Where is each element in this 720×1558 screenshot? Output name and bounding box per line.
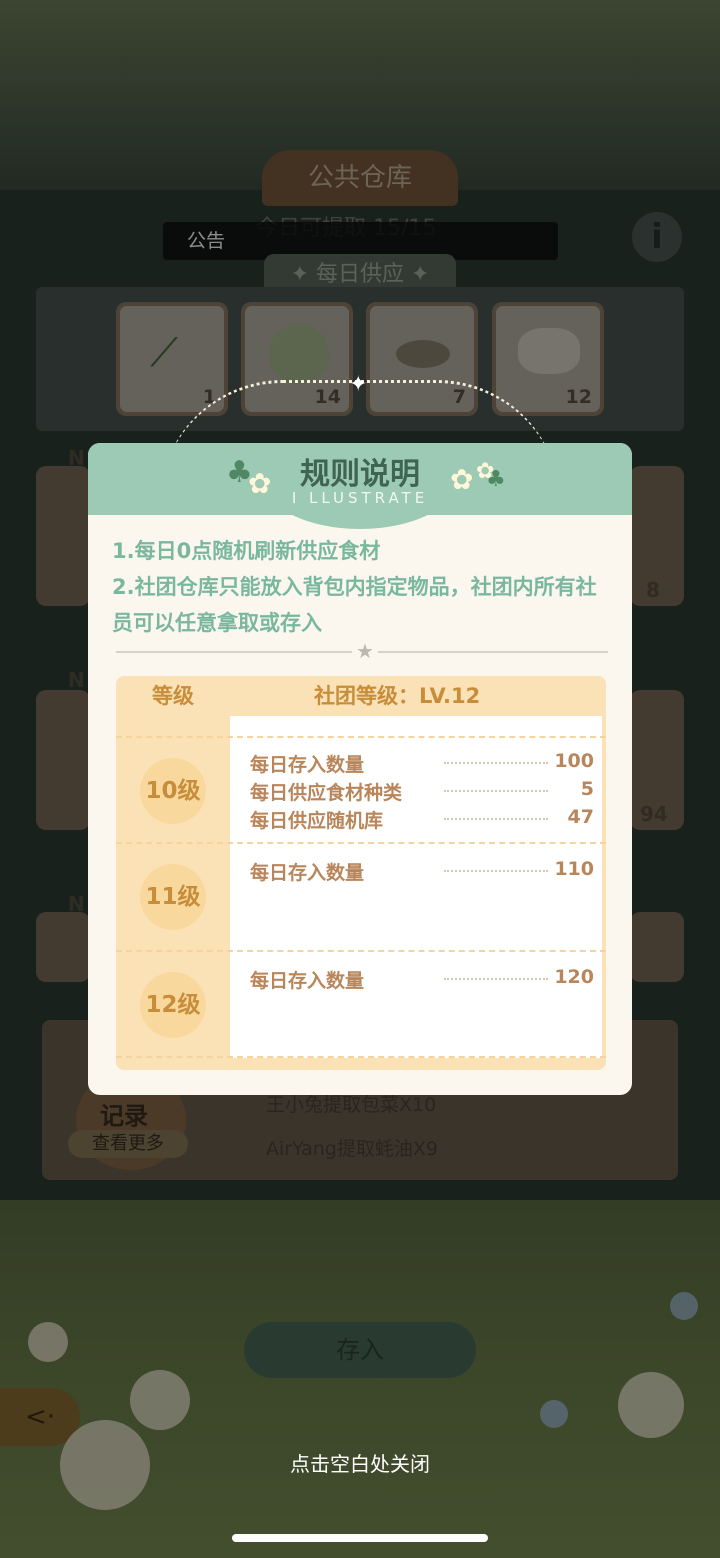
rule-2: 2.社团仓库只能放入背包内指定物品，社团内所有社员可以任意拿取或存入 xyxy=(112,575,597,635)
close-hint[interactable]: 点击空白处关闭 xyxy=(0,1448,720,1477)
flower-icon: ✿ xyxy=(450,463,474,496)
leader-dots xyxy=(444,790,548,792)
row-item-value: 47 xyxy=(567,806,594,828)
row-item-label: 每日供应食材种类 xyxy=(250,782,403,804)
level-badge: 12级 xyxy=(140,972,206,1038)
row-separator xyxy=(116,736,606,738)
rule-1: 1.每日0点随机刷新供应食材 xyxy=(112,539,381,563)
row-item-value: 110 xyxy=(554,858,594,880)
leader-dots xyxy=(444,870,548,872)
row-item-value: 100 xyxy=(554,750,594,772)
sparkle-icon: ✦ xyxy=(349,372,368,397)
flower-icon: ✿ xyxy=(248,467,272,500)
leader-dots xyxy=(444,978,548,980)
level-badge: 11级 xyxy=(140,864,206,930)
clover-icon: ♣ xyxy=(486,467,506,492)
leader-dots xyxy=(444,818,548,820)
level-table: 等级 社团等级：LV.12 10级 每日存入数量 100 每日供应食材种类 5 … xyxy=(116,676,606,1070)
row-item-value: 120 xyxy=(554,966,594,988)
row-item-label: 每日存入数量 xyxy=(250,862,365,884)
row-item-value: 5 xyxy=(580,778,594,800)
home-indicator[interactable] xyxy=(232,1534,488,1542)
row-separator xyxy=(116,950,606,952)
row-separator xyxy=(116,842,606,844)
row-item-label: 每日存入数量 xyxy=(250,970,365,992)
row-item-label: 每日存入数量 xyxy=(250,754,365,776)
rules-dialog: 规则说明 I LLUSTRATE ♣ ✿ ✿ ✿ ♣ 1.每日0点随机刷新供应食… xyxy=(88,443,632,1095)
row-separator xyxy=(116,1056,606,1058)
header-club-level: 社团等级：LV.12 xyxy=(314,684,481,708)
star-icon: ★ xyxy=(352,639,378,663)
row-item-label: 每日供应随机库 xyxy=(250,810,384,832)
level-badge: 10级 xyxy=(140,758,206,824)
leader-dots xyxy=(444,762,548,764)
dialog-subtitle: I LLUSTRATE xyxy=(291,489,429,507)
header-level: 等级 xyxy=(152,684,194,708)
dialog-title: 规则说明 xyxy=(300,457,420,492)
